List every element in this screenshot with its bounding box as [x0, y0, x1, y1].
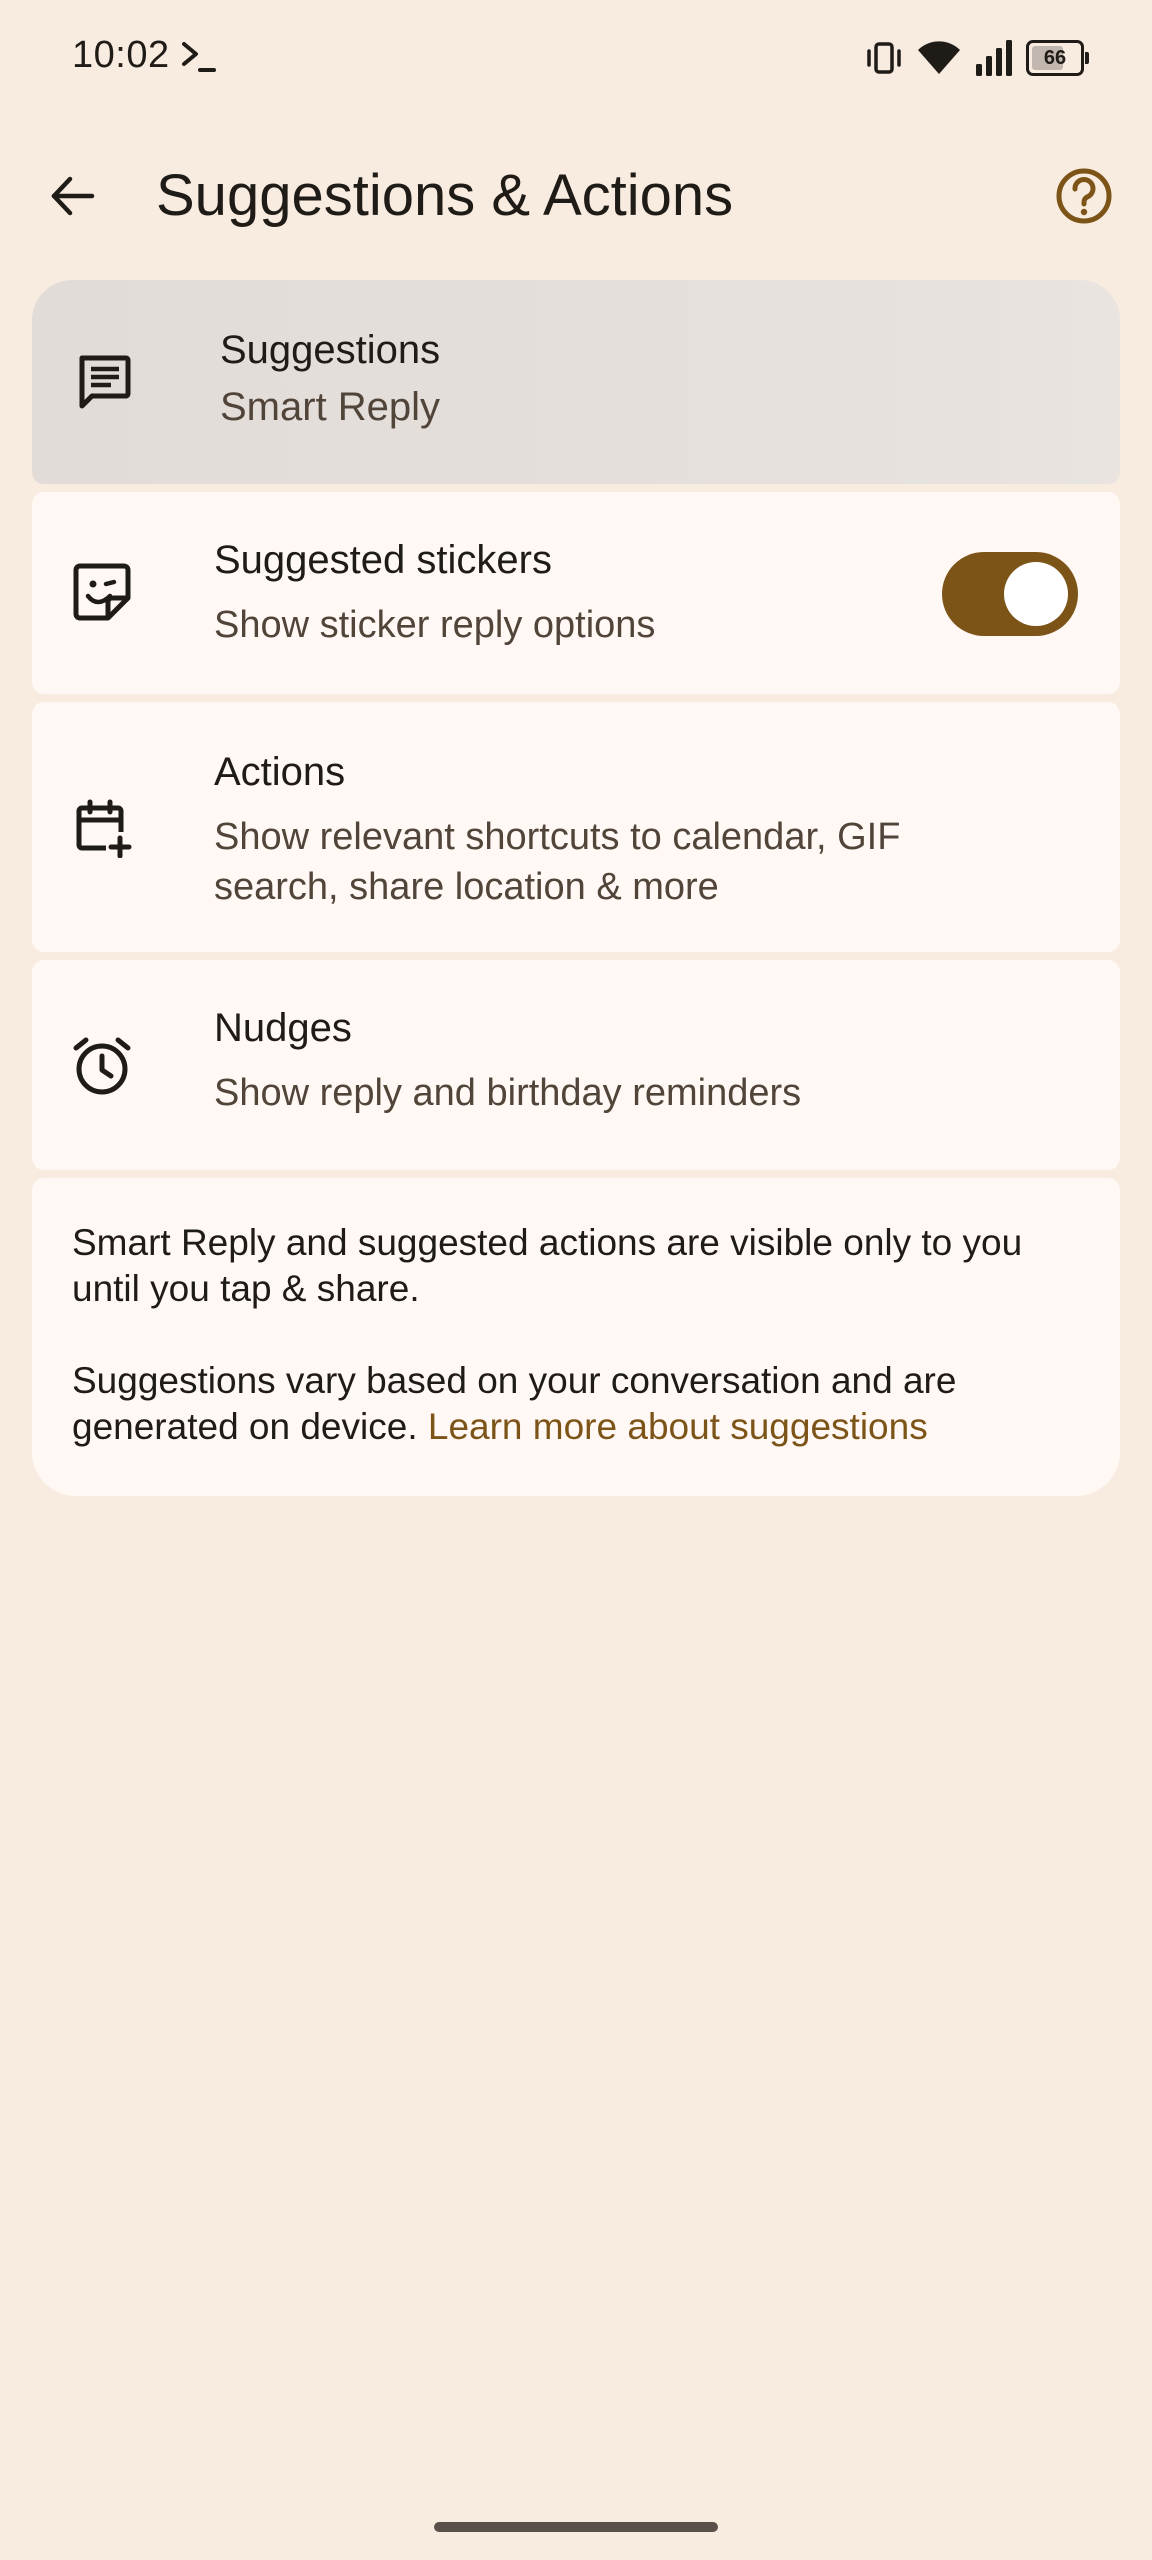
app-bar: Suggestions & Actions: [0, 140, 1152, 244]
signal-icon: [976, 40, 1012, 76]
nudges-item[interactable]: Nudges Show reply and birthday reminders: [32, 960, 1120, 1170]
actions-item[interactable]: Actions Show relevant shortcuts to calen…: [32, 702, 1120, 952]
battery-icon: 66: [1026, 40, 1089, 76]
status-time: 10:02: [72, 34, 170, 76]
message-icon: [72, 350, 136, 414]
page-title: Suggestions & Actions: [156, 163, 734, 228]
terminal-icon: [182, 42, 216, 72]
status-icons: 66: [864, 36, 1089, 80]
learn-more-link[interactable]: Learn more about suggestions: [428, 1406, 928, 1447]
vibrate-icon: [867, 42, 901, 74]
suggestions-item[interactable]: Suggestions Smart Reply: [32, 280, 1120, 484]
suggestions-title: Suggestions: [220, 328, 441, 372]
actions-subtitle: Show relevant shortcuts to calendar, GIF…: [214, 816, 901, 908]
nudges-title: Nudges: [214, 1006, 352, 1050]
toggle-knob: [1004, 562, 1068, 626]
info-card: Smart Reply and suggested actions are vi…: [32, 1178, 1120, 1496]
sticker-icon: [70, 560, 134, 624]
help-button[interactable]: [1046, 158, 1122, 234]
alarm-icon: [70, 1034, 134, 1098]
suggestions-subtitle: Smart Reply: [220, 385, 441, 429]
suggested-stickers-title: Suggested stickers: [214, 538, 552, 582]
calendar-add-icon: [70, 796, 134, 860]
home-indicator[interactable]: [434, 2522, 718, 2532]
back-button[interactable]: [36, 160, 108, 232]
actions-title: Actions: [214, 750, 346, 794]
arrow-back-icon: [51, 176, 95, 216]
nudges-subtitle: Show reply and birthday reminders: [214, 1072, 802, 1114]
info-paragraph-1: Smart Reply and suggested actions are vi…: [72, 1222, 1023, 1309]
suggested-stickers-item[interactable]: Suggested stickers Show sticker reply op…: [32, 492, 1120, 694]
wifi-icon: [918, 41, 960, 74]
suggested-stickers-toggle[interactable]: [942, 552, 1078, 636]
info-paragraph-2: Suggestions vary based on your conversat…: [72, 1358, 1082, 1450]
status-bar: 10:02 66: [0, 0, 1152, 118]
battery-level: 66: [1043, 46, 1067, 69]
help-circle-icon: [1056, 168, 1112, 224]
